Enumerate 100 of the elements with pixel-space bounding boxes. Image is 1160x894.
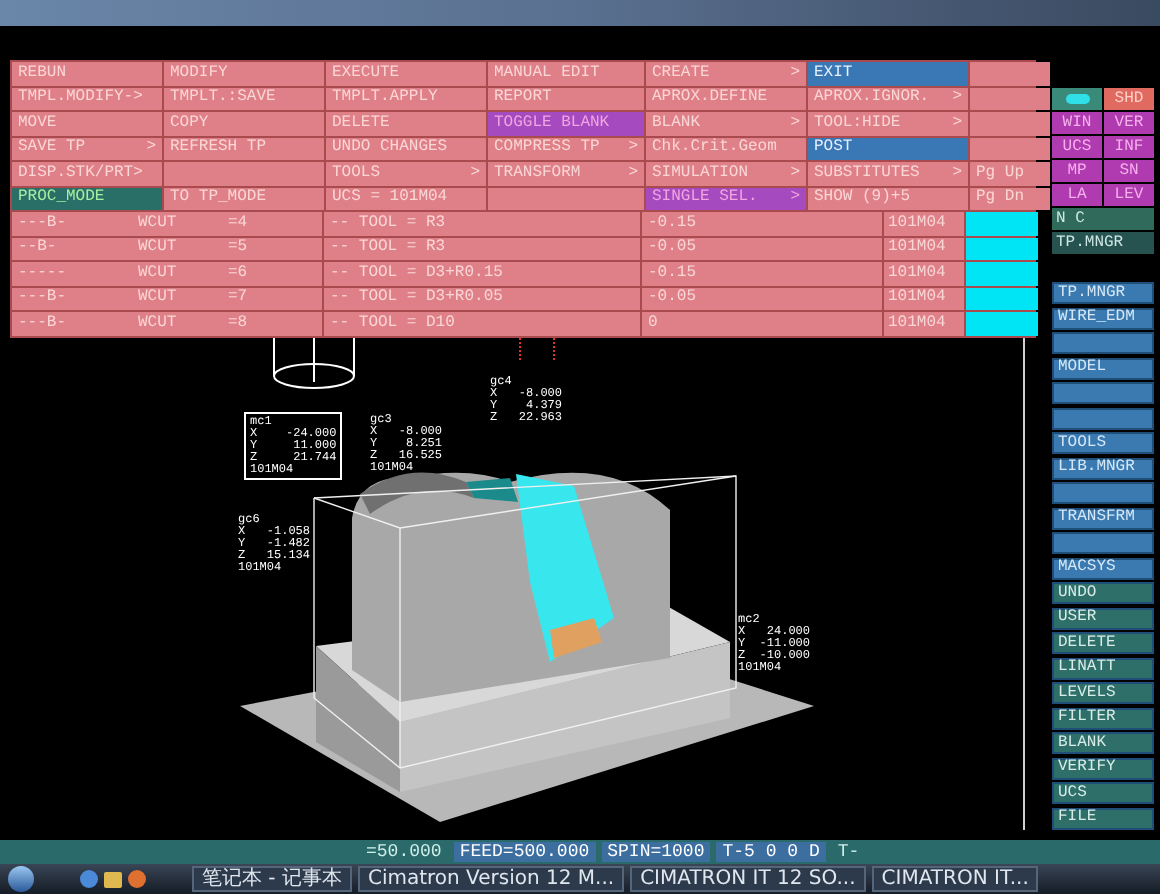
tool-cell: -- TOOL = D3+R0.05	[324, 287, 640, 310]
wcut-number: =6	[228, 265, 248, 282]
wcut-number: =8	[228, 315, 248, 332]
blank-menu-slot	[1052, 382, 1154, 404]
side-menu-button[interactable]: UCS	[1052, 782, 1154, 804]
wcut-text: WCUT	[138, 240, 179, 257]
menu-button[interactable]: REPORT	[488, 87, 644, 110]
menu-button[interactable]: Pg Up	[970, 162, 1050, 185]
menu-button[interactable]: POST	[808, 137, 968, 160]
side-menu-button[interactable]: FILE	[1052, 807, 1154, 829]
side-menu-button[interactable]: BLANK	[1052, 732, 1154, 754]
offset-cell: -0.15	[642, 212, 882, 235]
taskbar-button[interactable]: CIMATRON IT...	[871, 866, 1039, 892]
status-field: T-5 0 0 D	[716, 842, 826, 862]
menu-button[interactable]: Pg Dn	[970, 187, 1050, 210]
side-menu-button[interactable]: VER	[1104, 112, 1154, 134]
tool-color-swatch[interactable]	[966, 237, 1038, 260]
side-menu-button[interactable]: TRANSFRM	[1052, 507, 1154, 529]
wcut-text: WCUT	[138, 265, 179, 282]
menu-button[interactable]: TOGGLE BLANK	[488, 112, 644, 135]
side-menu-button[interactable]: UNDO	[1052, 582, 1154, 604]
taskbar-button[interactable]: 笔记本 - 记事本	[192, 866, 352, 892]
taskbar-button[interactable]: CIMATRON IT 12 SO...	[630, 866, 866, 892]
menu-button[interactable]: CREATE >	[646, 62, 806, 85]
offset-cell: -0.05	[642, 237, 882, 260]
menu-cell	[970, 87, 1050, 110]
menu-button[interactable]: UNDO CHANGES	[326, 137, 486, 160]
menu-button[interactable]: Chk.Crit.Geom	[646, 137, 806, 160]
menu-button[interactable]: APROX.DEFINE	[646, 87, 806, 110]
menu-button[interactable]: SUBSTITUTES >	[808, 162, 968, 185]
menu-button[interactable]: COMPRESS TP >	[488, 137, 644, 160]
menu-button[interactable]: MODIFY	[164, 62, 324, 85]
wcut-number: =5	[228, 240, 248, 257]
menu-cell	[970, 62, 1050, 85]
menu-button[interactable]: BLANK >	[646, 112, 806, 135]
tool-cell: -- TOOL = D3+R0.15	[324, 262, 640, 285]
side-menu-button[interactable]: WIN	[1052, 112, 1102, 134]
tool-cell: -- TOOL = R3	[324, 212, 640, 235]
tool-color-swatch[interactable]	[966, 262, 1038, 285]
offset-cell: -0.05	[642, 287, 882, 310]
side-menu-button[interactable]: USER	[1052, 607, 1154, 629]
side-menu-button[interactable]: VERIFY	[1052, 757, 1154, 779]
wcut-text: WCUT	[138, 215, 179, 232]
status-field: T-	[831, 842, 866, 862]
tool-color-swatch[interactable]	[966, 212, 1038, 235]
menu-button[interactable]: DELETE	[326, 112, 486, 135]
menu-button[interactable]: TOOLS >	[326, 162, 486, 185]
side-menu-button[interactable]: N C	[1052, 208, 1154, 230]
side-menu-button[interactable]: LINATT	[1052, 657, 1154, 679]
menu-cell	[970, 112, 1050, 135]
menu-button[interactable]: MOVE	[12, 112, 162, 135]
side-menu-button[interactable]: FILTER	[1052, 707, 1154, 729]
side-menu-button[interactable]: LEV	[1104, 184, 1154, 206]
menu-button[interactable]: UCS = 101M04	[326, 187, 486, 210]
side-menu-button[interactable]: UCS	[1052, 136, 1102, 158]
side-menu-button[interactable]: TP.MNGR	[1052, 232, 1154, 254]
menu-button[interactable]: EXECUTE	[326, 62, 486, 85]
menu-button[interactable]: TMPLT.:SAVE	[164, 87, 324, 110]
menu-button[interactable]: PROC_MODE	[12, 187, 162, 210]
menu-button[interactable]: COPY	[164, 112, 324, 135]
shade-swatch-icon	[1065, 94, 1089, 104]
start-button[interactable]	[8, 866, 34, 892]
side-menu-button[interactable]: SHD	[1104, 88, 1154, 110]
side-menu-button[interactable]: DELETE	[1052, 632, 1154, 654]
side-menu-button[interactable]: MP	[1052, 160, 1102, 182]
side-menu-button[interactable]: TP.MNGR	[1052, 282, 1154, 304]
menu-button[interactable]: APROX.IGNOR. >	[808, 87, 968, 110]
side-menu-button[interactable]: MODEL	[1052, 357, 1154, 379]
menu-button[interactable]: SHOW (9)+5	[808, 187, 968, 210]
side-menu-button[interactable]: LEVELS	[1052, 682, 1154, 704]
menu-button[interactable]: SIMULATION >	[646, 162, 806, 185]
tool-color-swatch[interactable]	[966, 312, 1038, 335]
side-menu-button[interactable]: MACSYS	[1052, 557, 1154, 579]
status-field: SPIN=1000	[601, 842, 711, 862]
ucs-cell: 101M04	[884, 262, 964, 285]
menu-button[interactable]: TMPL.MODIFY->	[12, 87, 162, 110]
side-menu-button[interactable]: WIRE_EDM	[1052, 307, 1154, 329]
side-menu-button[interactable]: LA	[1052, 184, 1102, 206]
side-menu-button[interactable]: SN	[1104, 160, 1154, 182]
menu-button[interactable]: TMPLT.APPLY	[326, 87, 486, 110]
menu-button[interactable]: TRANSFORM >	[488, 162, 644, 185]
menu-button[interactable]: DISP.STK/PRT>	[12, 162, 162, 185]
taskbar-button[interactable]: Cimatron Version 12 M...	[357, 866, 625, 892]
tool-color-swatch[interactable]	[966, 287, 1038, 310]
status-field: FEED=500.000	[453, 842, 596, 862]
side-menu-button[interactable]: TOOLS	[1052, 432, 1154, 454]
menu-button[interactable]: REBUN	[12, 62, 162, 85]
shade-color-button[interactable]	[1052, 88, 1102, 110]
menu-button[interactable]: TOOL:HIDE >	[808, 112, 968, 135]
menu-button[interactable]: SAVE TP >	[12, 137, 162, 160]
menu-button[interactable]: MANUAL EDIT	[488, 62, 644, 85]
menu-button[interactable]: EXIT	[808, 62, 968, 85]
side-menu-button[interactable]: INF	[1104, 136, 1154, 158]
path-text: --B-	[18, 240, 59, 257]
menu-button[interactable]: REFRESH TP	[164, 137, 324, 160]
offset-cell: 0	[642, 312, 882, 335]
menu-button[interactable]: TO TP_MODE	[164, 187, 324, 210]
side-menu-button[interactable]: LIB.MNGR	[1052, 457, 1154, 479]
path-text: ---B-	[18, 315, 69, 332]
menu-button[interactable]: SINGLE SEL. >	[646, 187, 806, 210]
